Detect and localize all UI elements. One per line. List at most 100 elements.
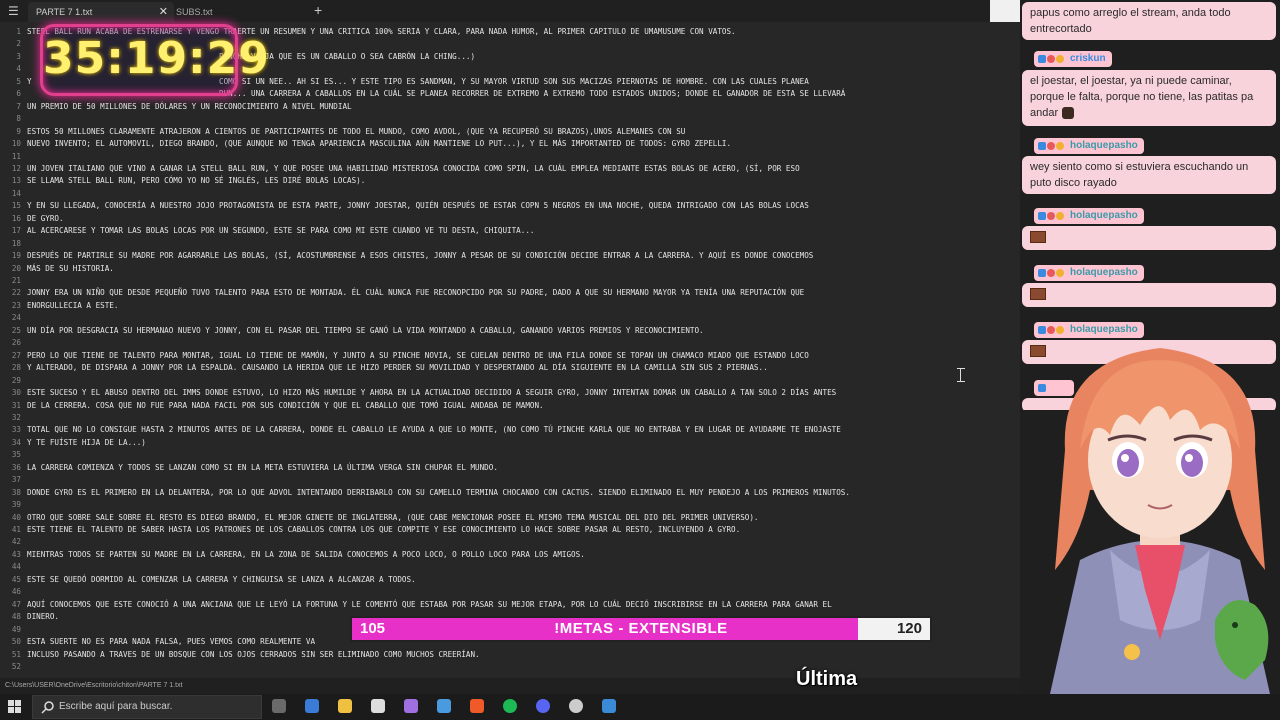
line-text: MIENTRAS TODOS SE PARTEN SU MADRE EN LA … [27, 549, 585, 559]
line-number: 38 [11, 487, 21, 497]
line-text: DE LA CERRERA. COSA QUE NO FUE PARA NADA… [27, 400, 544, 410]
editor-line: 40 OTRO QUE SOBRE SALE SOBRE EL RESTO ES … [0, 512, 1020, 524]
line-number: 48 [11, 612, 21, 622]
editor-line: 34 Y TE FUÍSTE HIJA DE LA...) [0, 437, 1020, 449]
editor-line: 20 MÁS DE SU HISTORIA. [0, 263, 1020, 275]
line-number: 3 [16, 51, 21, 61]
line-number: 49 [11, 624, 21, 634]
document-text-area[interactable]: 1 STEEL BALL RUN ACABA DE ESTRENARSE Y VE… [0, 24, 1020, 678]
line-number: 10 [11, 139, 21, 149]
tab-label: SUBS.txt [176, 7, 213, 17]
line-number: 8 [16, 114, 21, 124]
tab-parte-7[interactable]: PARTE 7 1.txt ✕ [28, 2, 174, 22]
task-view-icon[interactable] [272, 699, 286, 713]
editor-line: 9 ESTOS 50 MILLONES CLARAMENTE ATRAJERON … [0, 126, 1020, 138]
line-number: 45 [11, 574, 21, 584]
line-number: 23 [11, 300, 21, 310]
editor-line: 42 [0, 536, 1020, 548]
badge-icons [1038, 53, 1066, 64]
editor-line: 37 [0, 474, 1020, 486]
emote-icon [1062, 107, 1075, 120]
close-icon[interactable]: ✕ [159, 2, 168, 22]
line-number: 15 [11, 201, 21, 211]
menu-icon[interactable]: ☰ [8, 5, 20, 17]
line-number: 27 [11, 350, 21, 360]
editor-line: 11 [0, 151, 1020, 163]
line-number: 43 [11, 549, 21, 559]
editor-line: 46 [0, 586, 1020, 598]
line-number: 14 [11, 188, 21, 198]
chat-username: holaquepasho [1034, 322, 1144, 338]
line-text: DONDE GYRO ES EL PRIMERO EN LA DELANTERA… [27, 487, 850, 497]
editor-line: 26 [0, 337, 1020, 349]
editor-line: 15 Y EN SU LLEGADA, CONOCERÍA A NUESTRO J… [0, 200, 1020, 212]
line-number: 36 [11, 462, 21, 472]
line-text: Y ALTERADO, DE DISPARA A JONNY POR LA ES… [27, 363, 768, 373]
emote-icon [1030, 288, 1046, 301]
taskbar-search-input[interactable]: Escribe aquí para buscar. [32, 695, 262, 719]
editor-line: 47 AQUÍ CONOCEMOS QUE ESTE CONOCIÓ A UNA … [0, 599, 1020, 611]
line-number: 28 [11, 363, 21, 373]
line-text: MÁS DE SU HISTORIA. [27, 263, 114, 273]
brave-icon[interactable] [470, 699, 484, 713]
line-number: 30 [11, 388, 21, 398]
store-icon[interactable] [437, 699, 451, 713]
chat-message: el joestar, el joestar, ya ni puede cami… [1022, 70, 1276, 126]
chat-username: holaquepasho [1034, 208, 1144, 224]
line-number: 20 [11, 263, 21, 273]
editor-line: 28 Y ALTERADO, DE DISPARA A JONNY POR LA … [0, 362, 1020, 374]
vtuber-avatar [1050, 348, 1270, 694]
editor-line: 39 [0, 499, 1020, 511]
obs-icon[interactable] [569, 699, 583, 713]
windows-start-icon[interactable] [8, 700, 22, 714]
line-text: ESTA SUERTE NO ES PARA NADA FALSA, PUES … [27, 637, 316, 647]
line-number: 18 [11, 238, 21, 248]
notepad-icon[interactable] [371, 699, 385, 713]
line-number: 24 [11, 313, 21, 323]
file-explorer-icon[interactable] [338, 699, 352, 713]
pen-icon[interactable] [404, 699, 418, 713]
editor-line: 14 [0, 188, 1020, 200]
taskbar: Escribe aquí para buscar. [0, 694, 1280, 720]
line-number: 33 [11, 425, 21, 435]
discord-icon[interactable] [536, 699, 550, 713]
app-icon[interactable] [305, 699, 319, 713]
line-text: JONNY ERA UN NIÑO QUE DESDE PEQUEÑO TUVO… [27, 288, 805, 298]
search-placeholder: Escribe aquí para buscar. [59, 701, 173, 712]
editor-line: 32 [0, 412, 1020, 424]
line-number: 44 [11, 562, 21, 572]
line-number: 51 [11, 649, 21, 659]
editor-icon[interactable] [602, 699, 616, 713]
spotify-icon[interactable] [503, 699, 517, 713]
line-text: UN JOVEN ITALIANO QUE VINO A GANAR LA ST… [27, 163, 800, 173]
line-text: ESTE SUCESO Y EL ABUSO DENTRO DEL IMMS D… [27, 388, 837, 398]
line-text: UN DÍA POR DESGRACIA SU HERMANAO NUEVO Y… [27, 325, 704, 335]
line-text: Y EN SU LLEGADA, CONOCERÍA A NUESTRO JOJ… [27, 201, 809, 211]
line-text: ENORGULLECIA A ESTE. [27, 300, 119, 310]
line-number: 46 [11, 587, 21, 597]
chat-username: holaquepasho [1034, 265, 1144, 281]
line-text: SE LLAMA STELL BALL RUN, PERO CÓMO YO NO… [27, 176, 366, 186]
line-number: 2 [16, 39, 21, 49]
line-number: 29 [11, 375, 21, 385]
line-number: 7 [16, 101, 21, 111]
editor-line: 29 [0, 375, 1020, 387]
editor-line: 10 NUEVO INVENTO; EL AUTOMOVIL, DIEGO BRA… [0, 138, 1020, 150]
editor-line: 38 DONDE GYRO ES EL PRIMERO EN LA DELANTE… [0, 487, 1020, 499]
line-number: 4 [16, 64, 21, 74]
badge-icons [1038, 210, 1066, 221]
tab-subs[interactable]: SUBS.txt [168, 2, 312, 22]
line-text: PERO LO QUE TIENE DE TALENTO PARA MONTAR… [27, 350, 809, 360]
editor-line: 21 [0, 275, 1020, 287]
line-text: LA CARRERA COMIENZA Y TODOS SE LANZAN CO… [27, 462, 498, 472]
editor-line: 44 [0, 561, 1020, 573]
goal-target: 120 [896, 620, 922, 637]
status-bar: C:\Users\USER\OneDrive\Escritorio\chiton… [0, 678, 1020, 694]
new-tab-button[interactable]: + [314, 2, 322, 18]
editor-line: 45 ESTE SE QUEDÓ DORMIDO AL COMENZAR LA C… [0, 574, 1020, 586]
line-number: 11 [11, 151, 21, 161]
goal-progress-bar: 105 !METAS - EXTENSIBLE 120 [350, 616, 932, 642]
editor-line: 36 LA CARRERA COMIENZA Y TODOS SE LANZAN … [0, 462, 1020, 474]
search-icon [41, 701, 54, 714]
line-number: 26 [11, 338, 21, 348]
